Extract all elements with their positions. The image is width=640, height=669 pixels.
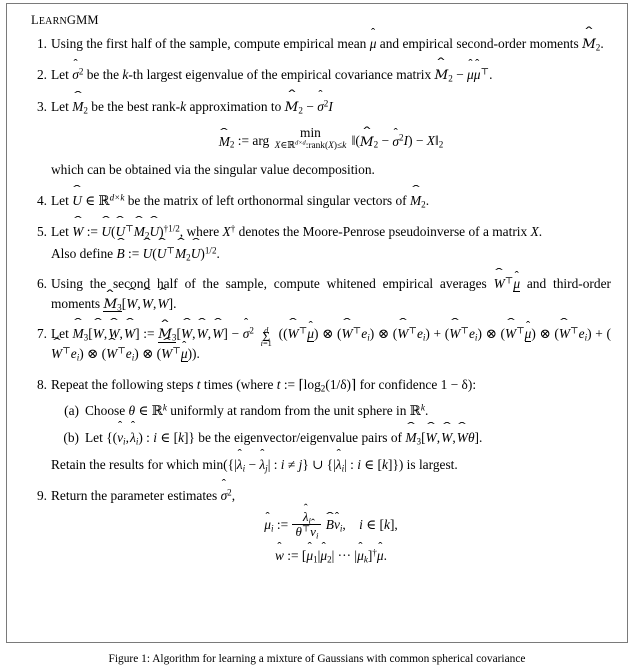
substep-number-b: (b)	[63, 429, 79, 445]
algorithm-substep-list: (a) Choose θ ∈ ℝk uniformly at random fr…	[51, 401, 611, 447]
step-number-6: 6.	[36, 276, 47, 292]
step-3-text-after: which can be obtained via the singular v…	[51, 162, 375, 178]
algorithm-step-2: 2. Let σ2 be the k-th largest eigenvalue…	[17, 65, 611, 86]
algorithm-step-1: 1. Using the first half of the sample, c…	[17, 34, 611, 55]
step-9-equation-2: w := [μ1|μ2| ··· |μk]†μ.	[51, 547, 611, 563]
algorithm-substep-b: (b) Let {(vi, λi) : i ∈ [k]} be the eige…	[51, 428, 611, 447]
algorithm-step-8: 8. Repeat the following steps t times (w…	[17, 375, 611, 476]
substep-number-a: (a)	[64, 403, 79, 419]
step-number-1: 1.	[36, 36, 47, 51]
step-6-text: Using the second half of the sample, com…	[51, 274, 611, 314]
algorithm-step-4: 4. Let U ∈ ℝd×k be the matrix of left or…	[17, 191, 611, 212]
step-1-text: Using the first half of the sample, comp…	[51, 34, 611, 55]
step-number-7: 7.	[36, 326, 47, 342]
algorithm-step-9: 9. Return the parameter estimates σ2, μi…	[17, 486, 611, 564]
step-8-text: Repeat the following steps t times (wher…	[51, 376, 477, 394]
algorithm-step-6: 6. Using the second half of the sample, …	[17, 274, 611, 314]
algorithm-step-7: 7. Let M3[W, W, W] := M3[W, W, W] − σ2 Σ…	[17, 324, 611, 364]
step-number-2: 2.	[36, 67, 47, 83]
algorithm-step-3: 3. Let M2 be the best rank-k approximati…	[17, 97, 611, 181]
step-8-text-after: Retain the results for which min({|λi − …	[51, 455, 611, 475]
step-4-text: Let U ∈ ℝd×k be the matrix of left ortho…	[51, 191, 611, 212]
step-3-text: Let M2 be the best rank-k approximation …	[51, 97, 611, 118]
step-3-equation: M2 := arg min X∈ℝd×d:rank(X)≤k ‖(M2 − σ2…	[51, 126, 611, 151]
algorithm-title-text: LEARNGMM	[31, 13, 99, 27]
algorithm-step-list: 1. Using the first half of the sample, c…	[17, 34, 617, 564]
substep-b-text: Let {(vi, λi) : i ∈ [k]} be the eigenvec…	[85, 430, 482, 446]
step-number-4: 4.	[36, 192, 47, 208]
step-2-text: Let σ2 be the k-th largest eigenvalue of…	[51, 65, 611, 86]
algorithm-title: LEARNGMM	[31, 13, 617, 28]
step-7-text: Let M3[W, W, W] := M3[W, W, W] − σ2 Σdi=…	[51, 324, 611, 364]
step-number-8: 8.	[36, 376, 47, 392]
step-number-5: 5.	[36, 224, 47, 240]
figure-caption: Figure 1: Algorithm for learning a mixtu…	[108, 653, 526, 665]
step-9-equation-1: μi := λi θ⊤vi Bvi, i ∈ [k],	[51, 510, 611, 540]
step-number-9: 9.	[36, 487, 47, 503]
substep-a-text: Choose θ ∈ ℝk uniformly at random from t…	[85, 402, 429, 420]
step-5-text-after: Also define B := U(U⊤M2U)1/2.	[51, 244, 611, 264]
step-9-text: Return the parameter estimates σ2,	[51, 486, 611, 506]
algorithm-substep-a: (a) Choose θ ∈ ℝk uniformly at random fr…	[51, 401, 611, 421]
algorithm-step-5: 5. Let W := U(U⊤M2U)†1/2, where X† denot…	[17, 222, 611, 264]
step-number-3: 3.	[36, 98, 47, 114]
step-5-text: Let W := U(U⊤M2U)†1/2, where X† denotes …	[51, 222, 611, 242]
algorithm-box: LEARNGMM 1. Using the first half of the …	[6, 3, 628, 643]
